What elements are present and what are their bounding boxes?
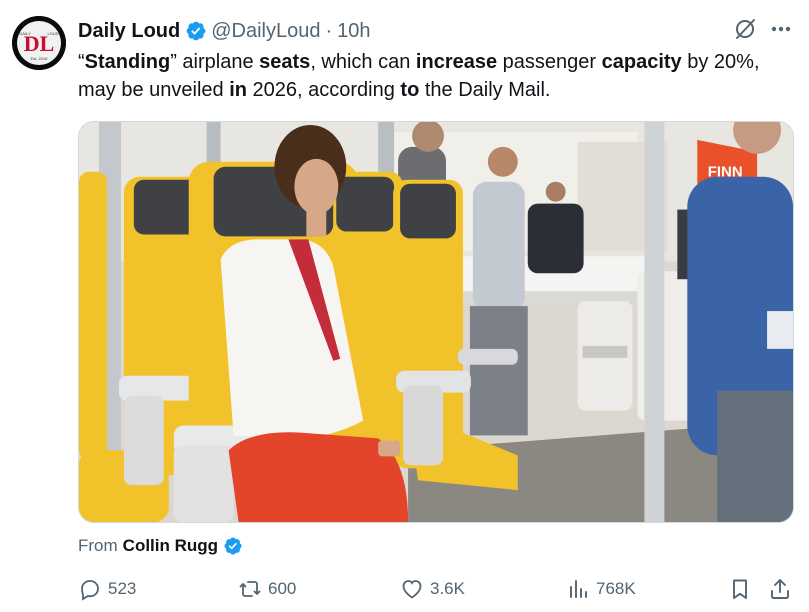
action-bar: 523 600 3.6K 768K bbox=[78, 572, 794, 606]
like-count: 3.6K bbox=[430, 579, 465, 598]
repost-icon bbox=[239, 581, 261, 597]
reply-icon bbox=[81, 580, 99, 601]
tweet-text-segment: , which can bbox=[310, 51, 416, 73]
separator-dot: · bbox=[325, 19, 333, 42]
avatar-text-right: LOUD bbox=[47, 31, 58, 36]
avatar[interactable]: DL DAILY LOUD Est. 2016 bbox=[12, 16, 66, 70]
tweet-text-segment: passenger bbox=[497, 51, 602, 73]
author-name[interactable]: Daily Loud bbox=[78, 20, 180, 43]
grok-icon[interactable] bbox=[732, 16, 758, 42]
tweet-text-bold: capacity bbox=[601, 51, 682, 73]
verified-badge-icon[interactable] bbox=[185, 20, 207, 42]
tweet-text-segment: 2026, according bbox=[246, 79, 401, 101]
tweet-text-bold: to bbox=[400, 79, 420, 101]
tweet-text-segment: ” airplane bbox=[170, 51, 260, 73]
tweet-text-bold: Standing bbox=[84, 51, 171, 73]
verified-badge-icon[interactable] bbox=[223, 536, 243, 556]
media-image[interactable]: FINN bbox=[78, 121, 794, 523]
repost-button[interactable]: 600 bbox=[238, 572, 296, 606]
views-button[interactable]: 768K bbox=[566, 572, 636, 606]
timestamp[interactable]: 10h bbox=[337, 20, 370, 43]
tweet-text-segment: “ bbox=[78, 51, 85, 73]
avatar-text-left: DAILY bbox=[19, 31, 31, 36]
media-attribution: From Collin Rugg bbox=[78, 536, 247, 556]
bookmark-button[interactable] bbox=[728, 572, 752, 606]
views-count: 768K bbox=[596, 579, 636, 598]
attribution-author[interactable]: Collin Rugg bbox=[123, 536, 218, 556]
tweet-text-bold: increase bbox=[415, 51, 498, 73]
share-button[interactable] bbox=[768, 572, 792, 606]
tweet-text: “Standing” airplane seats, which can inc… bbox=[78, 48, 788, 104]
author-handle[interactable]: @DailyLoud bbox=[211, 20, 320, 43]
reply-button[interactable]: 523 bbox=[78, 572, 136, 606]
reply-count: 523 bbox=[108, 579, 137, 598]
like-button[interactable]: 3.6K bbox=[400, 572, 465, 606]
views-bar-icon bbox=[570, 580, 587, 598]
repost-count: 600 bbox=[268, 579, 297, 598]
share-icon bbox=[771, 579, 789, 599]
from-label: From bbox=[78, 536, 118, 555]
avatar-text-bottom: Est. 2016 bbox=[31, 56, 49, 61]
tweet-text-bold: seats bbox=[259, 51, 311, 73]
heart-icon bbox=[402, 580, 422, 599]
tweet-text-bold: in bbox=[229, 79, 247, 101]
tweet-text-segment: the Daily Mail. bbox=[419, 79, 551, 101]
more-icon[interactable] bbox=[766, 14, 796, 44]
tweet-header: Daily Loud @DailyLoud · 10h bbox=[78, 18, 371, 44]
bookmark-icon bbox=[733, 579, 747, 599]
